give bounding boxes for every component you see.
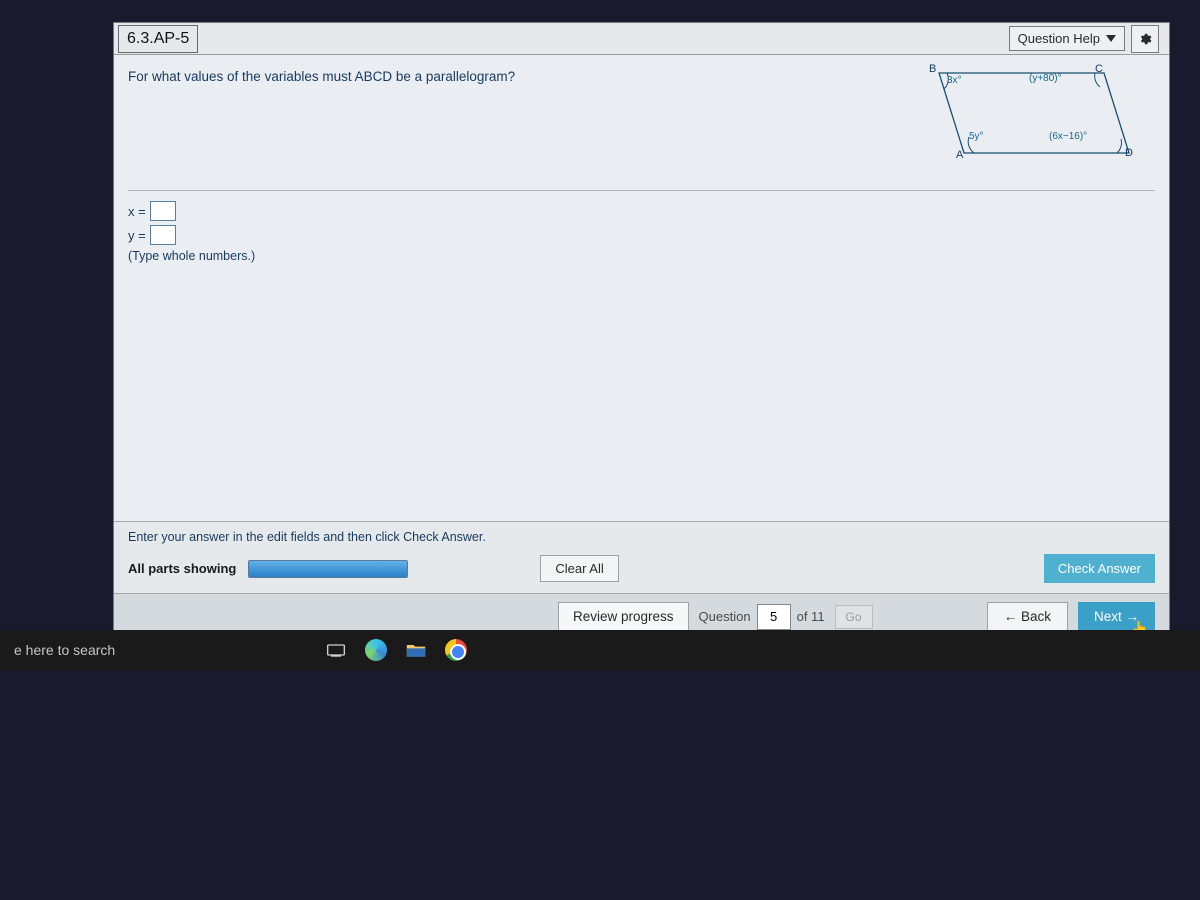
page-title: 6.3.AP-5: [118, 25, 198, 53]
angle-bottom-left: 5y°: [969, 131, 984, 142]
of-total-label: of 11: [797, 609, 825, 624]
answer-x-line: x =: [128, 201, 1155, 221]
question-help-label: Question Help: [1018, 31, 1100, 46]
question-row: For what values of the variables must AB…: [128, 67, 1155, 191]
question-position: Question of 11: [699, 604, 825, 630]
gear-icon: [1138, 30, 1152, 48]
next-button[interactable]: Next → 👆: [1078, 602, 1155, 631]
vertex-c-label: C: [1095, 63, 1103, 75]
angle-top-left: 3x°: [947, 75, 962, 86]
clear-all-button[interactable]: Clear All: [540, 555, 618, 582]
answer-x-input[interactable]: [150, 201, 176, 221]
back-button[interactable]: ← Back: [987, 602, 1068, 631]
go-button[interactable]: Go: [835, 605, 873, 629]
title-bar: 6.3.AP-5 Question Help: [114, 23, 1169, 55]
answer-y-label: y =: [128, 228, 146, 243]
chevron-down-icon: [1106, 35, 1116, 42]
vertex-a-label: A: [956, 149, 963, 161]
answer-area: x = y = (Type whole numbers.): [128, 201, 1155, 263]
answer-y-line: y =: [128, 225, 1155, 245]
settings-button[interactable]: [1131, 25, 1159, 53]
footer: Enter your answer in the edit fields and…: [114, 521, 1169, 639]
all-parts-showing-label: All parts showing: [128, 561, 236, 576]
chrome-icon[interactable]: [445, 639, 467, 661]
windows-taskbar: e here to search: [0, 630, 1200, 670]
taskbar-icons: [325, 639, 467, 661]
task-view-icon[interactable]: [325, 639, 347, 661]
content-area: For what values of the variables must AB…: [114, 55, 1169, 521]
edge-icon[interactable]: [365, 639, 387, 661]
app-window: 6.3.AP-5 Question Help For what values o…: [113, 22, 1170, 640]
footer-row-controls: All parts showing Clear All Check Answer: [114, 548, 1169, 593]
check-answer-button[interactable]: Check Answer: [1044, 554, 1155, 583]
answer-y-input[interactable]: [150, 225, 176, 245]
vertex-d-label: D: [1125, 147, 1133, 159]
question-number-input[interactable]: [757, 604, 791, 630]
parallelogram-diagram: B C A D 3x° (y+80)° 5y° (6x−16)°: [889, 67, 1149, 162]
answer-x-label: x =: [128, 204, 146, 219]
progress-bar: [248, 560, 408, 578]
question-text: For what values of the variables must AB…: [128, 67, 515, 84]
question-label: Question: [699, 609, 751, 624]
angle-top-right: (y+80)°: [1029, 73, 1062, 84]
question-help-button[interactable]: Question Help: [1009, 26, 1125, 51]
vertex-b-label: B: [929, 63, 936, 75]
file-explorer-icon[interactable]: [405, 639, 427, 661]
title-bar-right: Question Help: [1009, 25, 1169, 53]
footer-instruction: Enter your answer in the edit fields and…: [114, 522, 1169, 548]
taskbar-search-hint[interactable]: e here to search: [14, 642, 115, 658]
answer-hint: (Type whole numbers.): [128, 249, 1155, 263]
review-progress-button[interactable]: Review progress: [558, 602, 689, 631]
angle-bottom-right: (6x−16)°: [1049, 131, 1087, 142]
